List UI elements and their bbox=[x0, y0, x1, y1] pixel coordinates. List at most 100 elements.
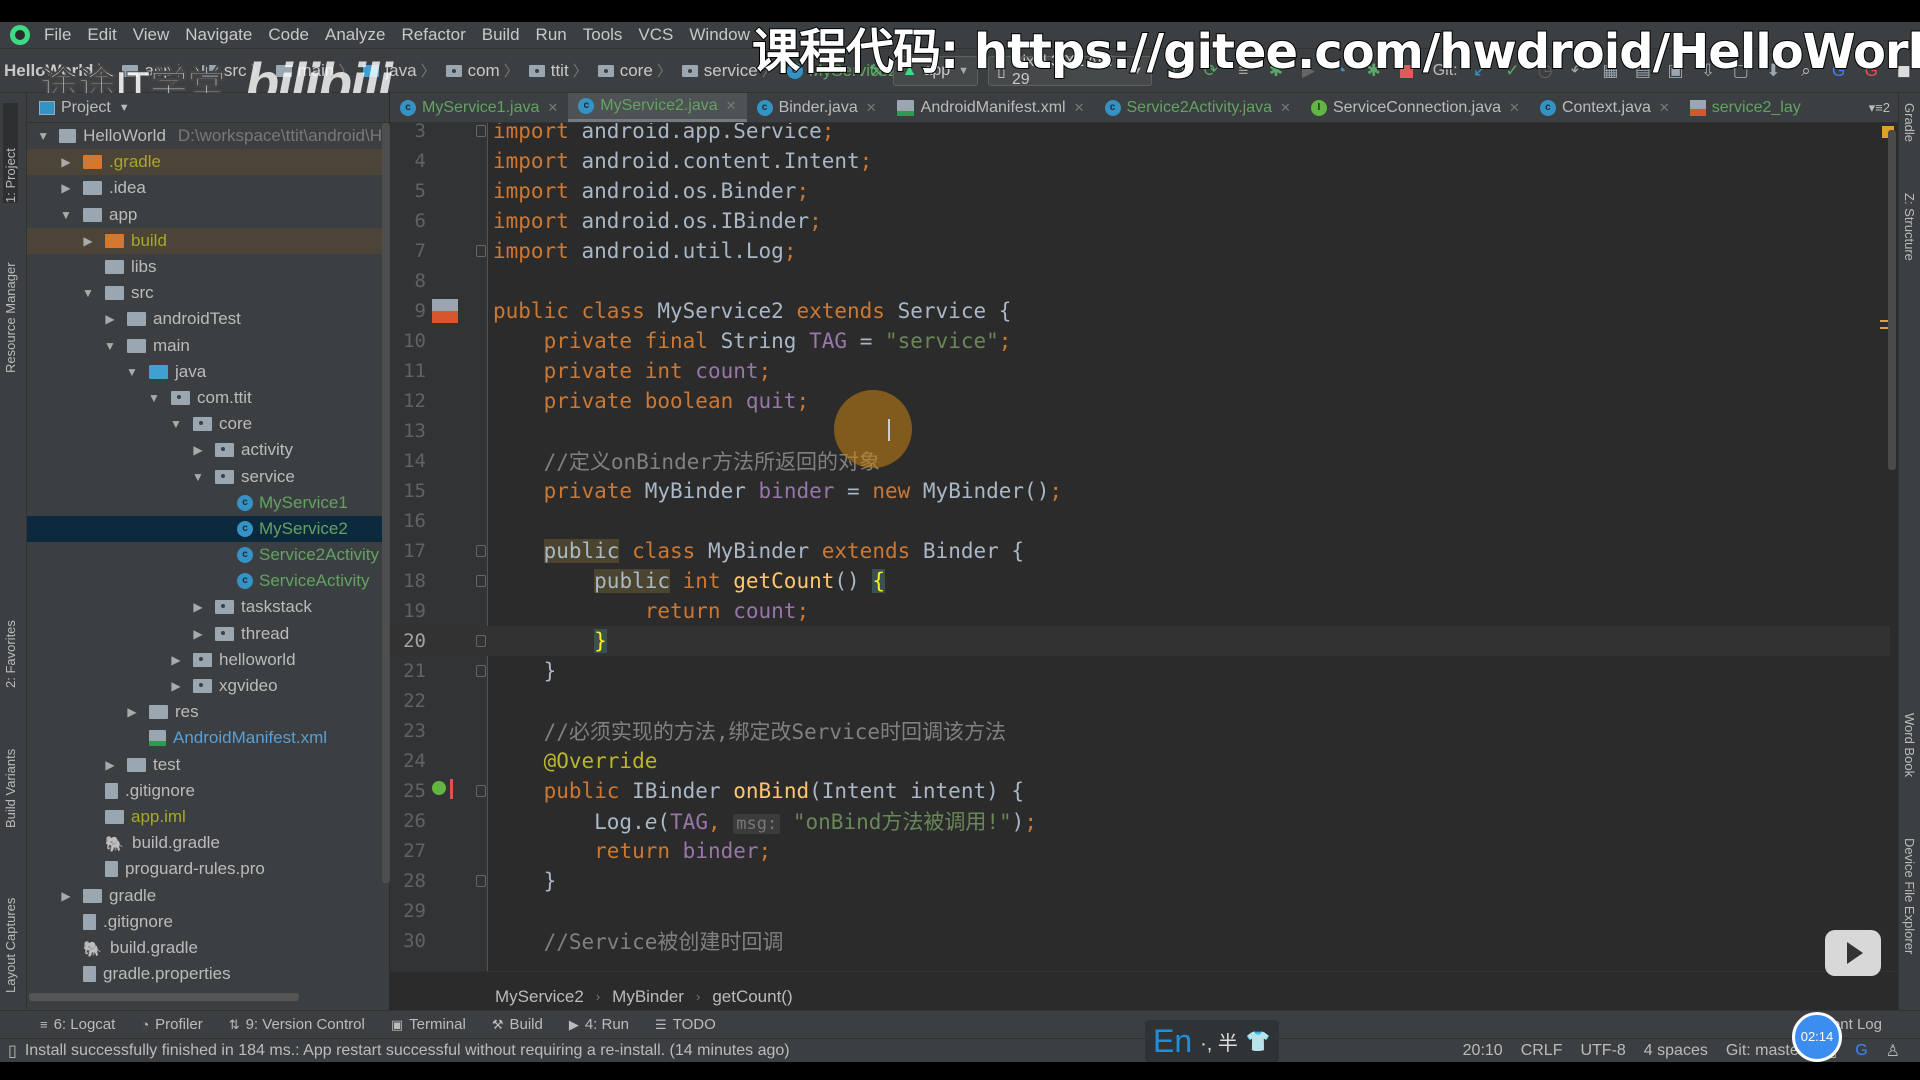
override-arrow-icon[interactable] bbox=[450, 779, 453, 799]
code-line[interactable]: 15 private MyBinder binder = new MyBinde… bbox=[390, 476, 1890, 506]
expand-arrow-icon[interactable]: ▼ bbox=[103, 339, 117, 353]
collapse-arrow-icon[interactable]: ▶ bbox=[103, 758, 117, 772]
code-line[interactable]: 8 bbox=[390, 266, 1890, 296]
tree-item[interactable]: ▶libs bbox=[27, 254, 382, 280]
tree-item[interactable]: ▼ main bbox=[27, 333, 382, 359]
tree-item[interactable]: ▶ thread bbox=[27, 621, 382, 647]
close-icon[interactable]: ✕ bbox=[726, 98, 737, 114]
code-line[interactable]: 5 import android.os.Binder; bbox=[390, 176, 1890, 206]
code-line[interactable]: 14 //定义onBinder方法所返回的对象 bbox=[390, 446, 1890, 476]
close-icon[interactable]: ✕ bbox=[1659, 100, 1670, 116]
expand-arrow-icon[interactable]: ▼ bbox=[81, 286, 95, 300]
tree-item[interactable]: ▶ helloworld bbox=[27, 647, 382, 673]
tab-structure[interactable]: Z: Structure bbox=[1902, 193, 1917, 261]
tree-item[interactable]: ▶ build bbox=[27, 227, 382, 254]
editor-tab[interactable]: AndroidManifest.xml ✕ bbox=[887, 93, 1095, 122]
tree-item[interactable]: ▶ xgvideo bbox=[27, 673, 382, 699]
close-icon[interactable]: ✕ bbox=[547, 100, 558, 116]
tab-overflow-button[interactable]: ▾≡ 2 bbox=[1861, 93, 1898, 122]
implements-method-icon[interactable] bbox=[432, 781, 446, 795]
code-line[interactable]: 3 import android.app.Service; bbox=[390, 123, 1890, 146]
editor-tab[interactable]: c MyService2.java ✕ bbox=[568, 93, 747, 122]
fold-toggle-icon[interactable] bbox=[476, 785, 486, 797]
tree-item[interactable]: ▼ app bbox=[27, 202, 382, 228]
tree-item[interactable]: ▶ res bbox=[27, 699, 382, 725]
tree-item[interactable]: ▼ com.ttit bbox=[27, 385, 382, 411]
close-icon[interactable]: ✕ bbox=[1074, 100, 1085, 116]
tab-project[interactable]: 1: Project bbox=[3, 103, 18, 203]
tool-window-build[interactable]: ⚒ Build bbox=[492, 1016, 543, 1033]
inspector-icon[interactable]: ♙ bbox=[1886, 1041, 1900, 1061]
expand-arrow-icon[interactable]: ▼ bbox=[59, 208, 73, 222]
editor-breadcrumb-item[interactable]: MyService2 bbox=[495, 987, 584, 1007]
code-line[interactable]: 22 bbox=[390, 686, 1890, 716]
menu-navigate[interactable]: Navigate bbox=[185, 25, 252, 45]
project-panel-header[interactable]: Project ▼ bbox=[27, 93, 389, 123]
collapse-arrow-icon[interactable]: ▶ bbox=[59, 155, 73, 169]
tree-item[interactable]: ▼ src bbox=[27, 280, 382, 306]
tree-item[interactable]: ▶ .gradle bbox=[27, 149, 382, 176]
tree-item[interactable]: ▶ .idea bbox=[27, 175, 382, 201]
status-message[interactable]: Install successfully finished in 184 ms.… bbox=[25, 1042, 790, 1060]
code-line[interactable]: 10 private final String TAG = "service"; bbox=[390, 326, 1890, 356]
collapse-arrow-icon[interactable]: ▶ bbox=[169, 653, 183, 667]
tree-item[interactable]: ▼ HelloWorld D:\workspace\ttit\android\H bbox=[27, 123, 382, 149]
breadcrumb-item[interactable]: com 〉 bbox=[445, 60, 525, 81]
code-line[interactable]: 25 public IBinder onBind(Intent intent) … bbox=[390, 776, 1890, 806]
tree-item[interactable]: ▶ androidTest bbox=[27, 306, 382, 332]
tree-item[interactable]: ▶.gitignore bbox=[27, 909, 382, 935]
caret-position[interactable]: 20:10 bbox=[1463, 1042, 1503, 1060]
code-line[interactable]: 18 public int getCount() { bbox=[390, 566, 1890, 596]
breadcrumb-item[interactable]: core 〉 bbox=[597, 60, 678, 81]
collapse-arrow-icon[interactable]: ▶ bbox=[191, 600, 205, 614]
code-line[interactable]: 4 import android.content.Intent; bbox=[390, 146, 1890, 176]
menu-view[interactable]: View bbox=[133, 25, 170, 45]
editor-tab[interactable]: c Binder.java ✕ bbox=[747, 93, 887, 122]
tree-item[interactable]: ▶ gradle bbox=[27, 882, 382, 908]
expand-arrow-icon[interactable]: ▼ bbox=[37, 129, 49, 143]
line-separator[interactable]: CRLF bbox=[1521, 1042, 1563, 1060]
editor-tab[interactable]: c MyService1.java ✕ bbox=[390, 93, 568, 122]
tree-item[interactable]: ▶ taskstack bbox=[27, 594, 382, 620]
editor-breadcrumb-item[interactable]: MyBinder bbox=[612, 987, 684, 1007]
menu-file[interactable]: File bbox=[44, 25, 71, 45]
menu-run[interactable]: Run bbox=[536, 25, 567, 45]
close-icon[interactable]: ✕ bbox=[1280, 100, 1291, 116]
collapse-arrow-icon[interactable]: ▶ bbox=[81, 234, 95, 248]
tab-word-book[interactable]: Word Book bbox=[1902, 713, 1917, 777]
menu-analyze[interactable]: Analyze bbox=[325, 25, 385, 45]
project-vertical-scrollbar[interactable] bbox=[382, 123, 390, 883]
code-line[interactable]: 27 return binder; bbox=[390, 836, 1890, 866]
code-editor[interactable]: 3 import android.app.Service; 4 import andr… bbox=[390, 123, 1898, 971]
tree-item[interactable]: ▶cMyService2 bbox=[27, 515, 382, 542]
fold-toggle-icon[interactable] bbox=[476, 245, 486, 257]
editor-tab[interactable]: I ServiceConnection.java ✕ bbox=[1301, 93, 1530, 122]
code-line[interactable]: 19 return count; bbox=[390, 596, 1890, 626]
tree-item[interactable]: ▼ java bbox=[27, 359, 382, 385]
fold-toggle-icon[interactable] bbox=[476, 635, 486, 647]
layout-gutter-icon[interactable] bbox=[432, 299, 458, 323]
collapse-arrow-icon[interactable]: ▶ bbox=[59, 889, 73, 903]
menu-code[interactable]: Code bbox=[268, 25, 309, 45]
code-line[interactable]: 28 } bbox=[390, 866, 1890, 896]
tree-item[interactable]: ▶AndroidManifest.xml bbox=[27, 725, 382, 751]
tool-window-6-logcat[interactable]: ≡ 6: Logcat bbox=[40, 1016, 115, 1033]
close-icon[interactable]: ✕ bbox=[1509, 100, 1520, 116]
expand-arrow-icon[interactable]: ▼ bbox=[169, 417, 183, 431]
tree-item[interactable]: ▼ service bbox=[27, 463, 382, 489]
google-icon[interactable]: G bbox=[1855, 1042, 1867, 1060]
tree-item[interactable]: ▶app.iml bbox=[27, 804, 382, 830]
code-line[interactable]: 13 bbox=[390, 416, 1890, 446]
expand-arrow-icon[interactable]: ▼ bbox=[125, 365, 139, 379]
breadcrumb-item[interactable]: ttit 〉 bbox=[528, 60, 594, 81]
code-line[interactable]: 7 import android.util.Log; bbox=[390, 236, 1890, 266]
tree-item[interactable]: ▶cService2Activity bbox=[27, 542, 382, 568]
expand-arrow-icon[interactable]: ▼ bbox=[147, 391, 161, 405]
code-line[interactable]: 20 } bbox=[390, 626, 1890, 656]
tree-item[interactable]: ▶ activity bbox=[27, 437, 382, 463]
tab-gradle[interactable]: Gradle bbox=[1902, 103, 1917, 142]
file-encoding[interactable]: UTF-8 bbox=[1580, 1042, 1625, 1060]
fold-toggle-icon[interactable] bbox=[476, 665, 486, 677]
fold-toggle-icon[interactable] bbox=[476, 575, 486, 587]
tool-window-4-run[interactable]: ▶ 4: Run bbox=[569, 1016, 629, 1033]
